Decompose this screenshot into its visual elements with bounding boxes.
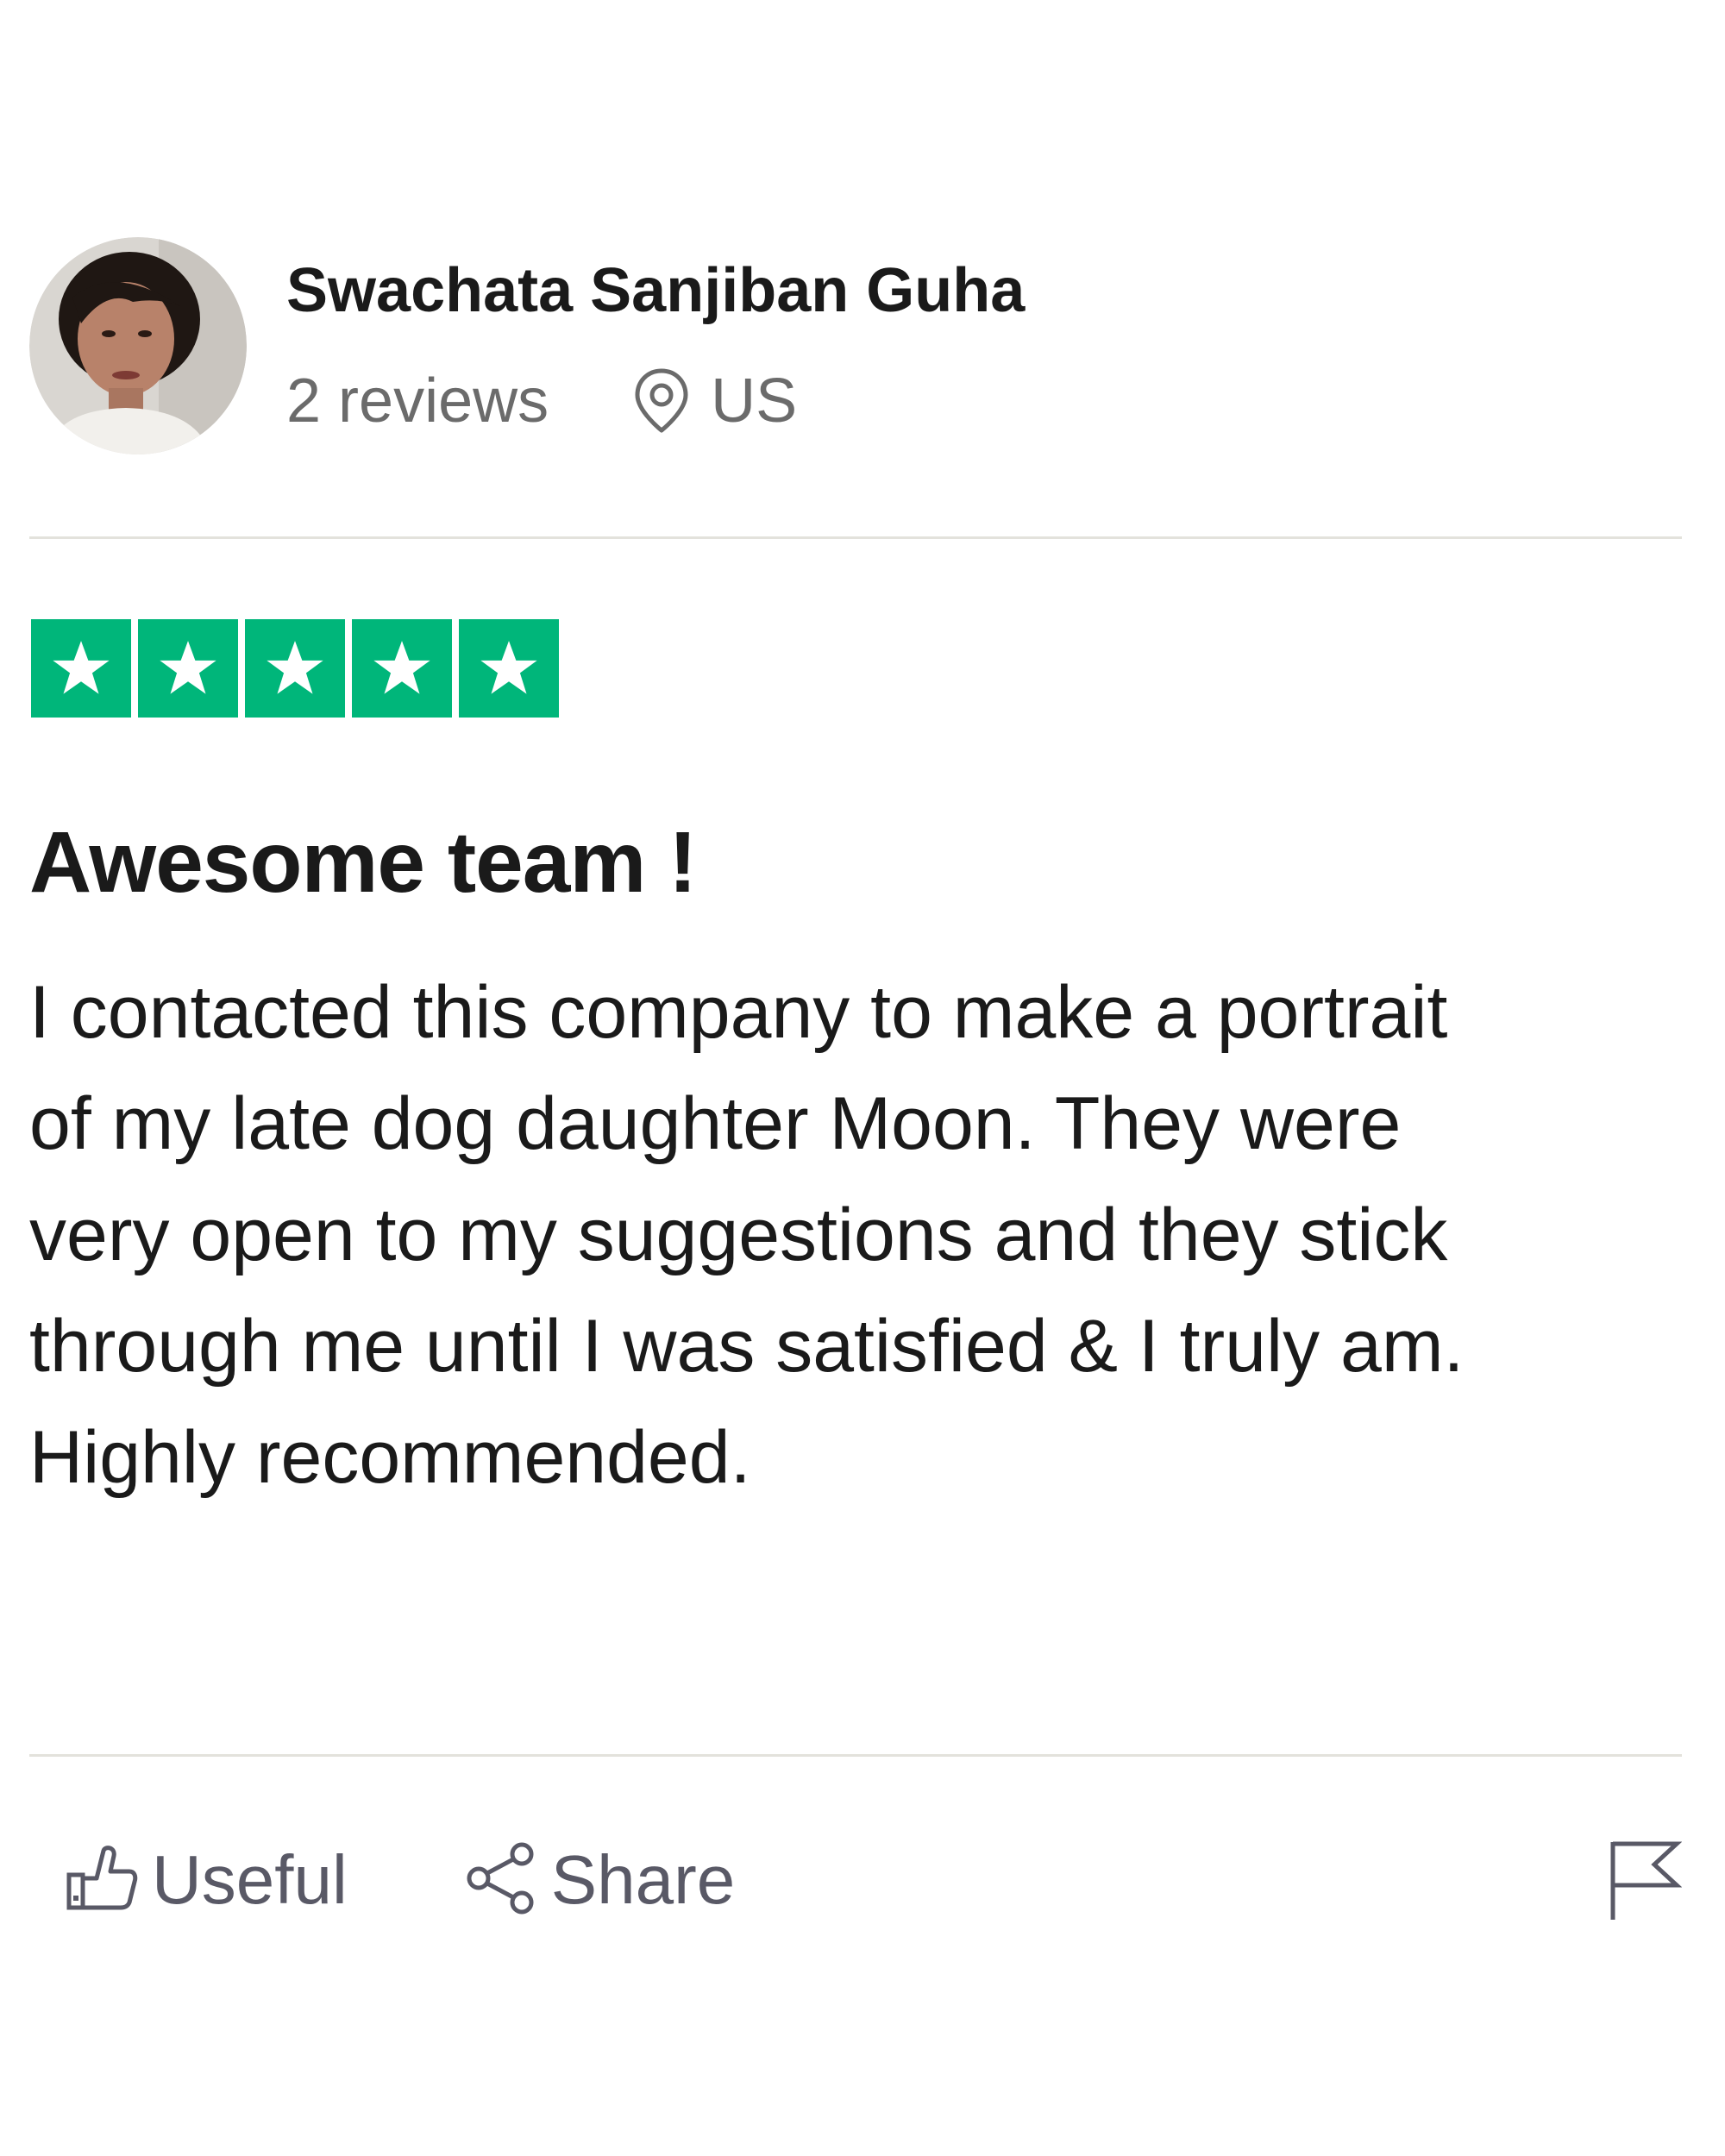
reviewer-location: US	[711, 367, 798, 436]
useful-label: Useful	[152, 1841, 348, 1918]
review-title[interactable]: Awesome team !	[29, 811, 697, 914]
footer-divider	[29, 1754, 1682, 1757]
share-button[interactable]: Share	[465, 1837, 735, 1923]
review-body: I contacted this company to make a portr…	[29, 957, 1685, 1514]
review-body-line: Highly recommended.	[29, 1416, 751, 1499]
review-body-line: very open to my suggestions and they sti…	[29, 1194, 1448, 1276]
star-icon	[352, 619, 452, 718]
review-count[interactable]: 2 reviews	[286, 362, 549, 440]
flag-icon[interactable]	[1608, 1837, 1683, 1923]
star-icon	[245, 619, 345, 718]
review-body-line: I contacted this company to make a portr…	[29, 971, 1448, 1054]
review-body-line: through me until I was satisfied & I tru…	[29, 1305, 1465, 1388]
useful-button[interactable]: Useful	[66, 1837, 348, 1923]
reviewer-meta: 2 reviews US	[286, 362, 797, 440]
thumbs-up-icon	[66, 1844, 138, 1917]
header-divider	[29, 536, 1682, 539]
review-body-line: of my late dog daughter Moon. They were	[29, 1082, 1402, 1165]
review-actions: Useful Share	[66, 1837, 735, 1923]
share-label: Share	[550, 1841, 736, 1918]
review-card: Swachata Sanjiban Guha 2 reviews US Awes…	[0, 0, 1725, 2156]
share-icon	[465, 1842, 537, 1919]
avatar[interactable]	[29, 237, 247, 454]
reviewer-name[interactable]: Swachata Sanjiban Guha	[286, 252, 1025, 329]
location-pin-icon	[631, 367, 692, 436]
star-icon	[138, 619, 238, 718]
star-rating	[31, 619, 559, 718]
star-icon	[31, 619, 131, 718]
star-icon	[459, 619, 559, 718]
